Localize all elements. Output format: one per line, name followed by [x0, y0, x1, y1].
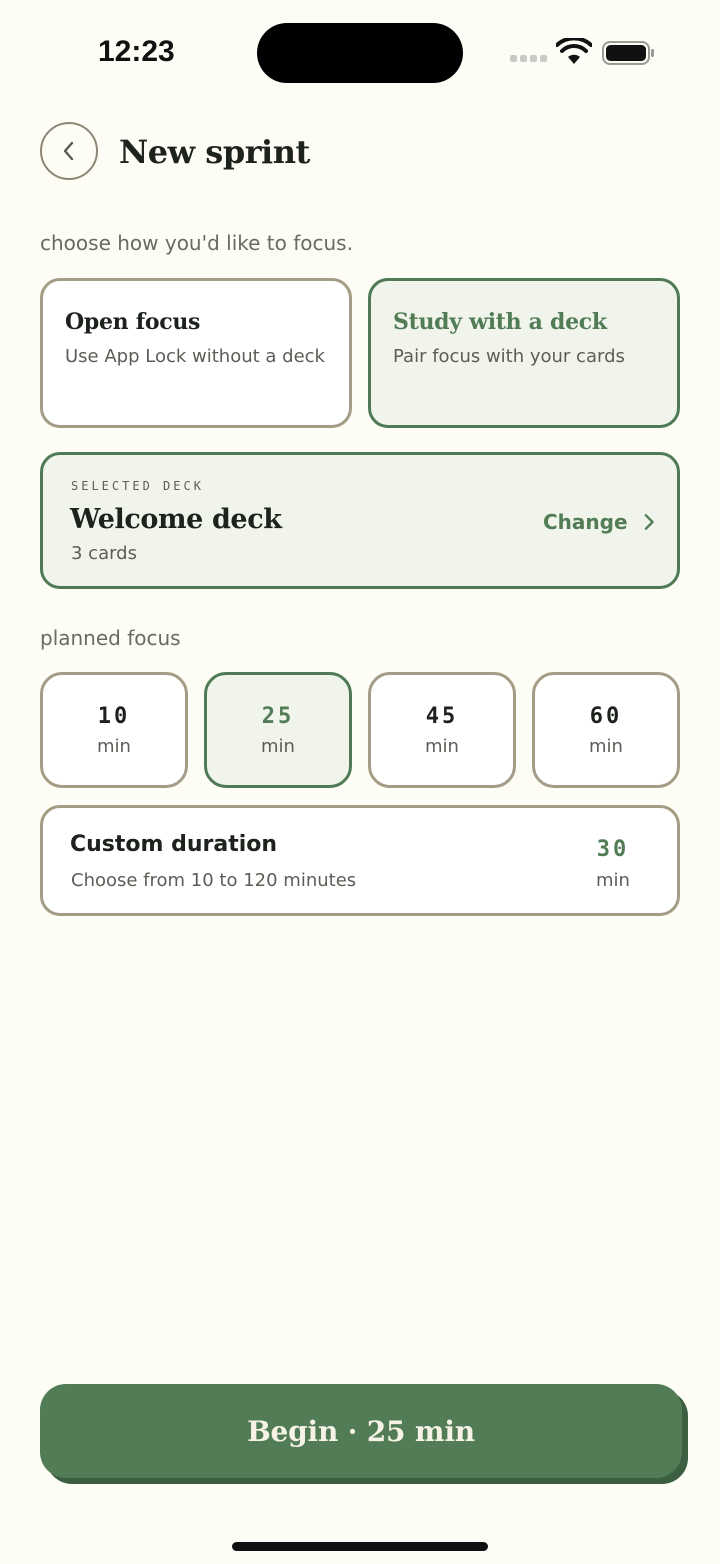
duration-option-60[interactable]: 60 min — [532, 672, 680, 788]
duration-unit: min — [261, 736, 295, 757]
battery-icon — [602, 41, 654, 65]
duration-value: 45 — [425, 704, 459, 729]
dynamic-island — [257, 23, 463, 83]
chevron-right-icon — [644, 514, 654, 530]
mode-option-study-with-deck[interactable]: Study with a deck Pair focus with your c… — [368, 278, 680, 428]
duration-value: 25 — [261, 704, 295, 729]
duration-unit: min — [589, 736, 623, 757]
custom-duration-button[interactable]: Custom duration Choose from 10 to 120 mi… — [40, 805, 680, 916]
duration-option-10[interactable]: 10 min — [40, 672, 188, 788]
custom-duration-value: 30 — [596, 837, 630, 862]
mode-option-title: Open focus — [65, 309, 201, 335]
change-deck-label: Change — [543, 510, 628, 534]
duration-option-45[interactable]: 45 min — [368, 672, 516, 788]
status-time: 12:23 — [98, 35, 175, 68]
deck-name: Welcome deck — [70, 504, 282, 535]
mode-section-label: choose how you'd like to focus. — [40, 231, 353, 255]
duration-option-25[interactable]: 25 min — [204, 672, 352, 788]
mode-option-title: Study with a deck — [393, 309, 607, 335]
back-button[interactable] — [40, 122, 98, 180]
wifi-icon — [556, 38, 592, 64]
page-title: New sprint — [119, 133, 310, 171]
begin-button[interactable]: Begin · 25 min — [40, 1384, 682, 1478]
deck-eyebrow: SELECTED DECK — [71, 479, 204, 493]
begin-button-label: Begin · 25 min — [247, 1414, 475, 1448]
duration-value: 10 — [97, 704, 131, 729]
home-indicator — [232, 1542, 488, 1551]
mode-option-subtitle: Pair focus with your cards — [393, 346, 625, 367]
cellular-signal-icon — [510, 55, 548, 63]
selected-deck-card: SELECTED DECK Welcome deck 3 cards Chang… — [40, 452, 680, 589]
deck-card-count: 3 cards — [71, 543, 137, 564]
custom-duration-unit: min — [596, 870, 630, 891]
duration-value: 60 — [589, 704, 623, 729]
chevron-left-icon — [63, 141, 74, 161]
duration-unit: min — [425, 736, 459, 757]
custom-duration-subtitle: Choose from 10 to 120 minutes — [71, 870, 357, 891]
mode-option-subtitle: Use App Lock without a deck — [65, 346, 325, 367]
duration-unit: min — [97, 736, 131, 757]
mode-option-open-focus[interactable]: Open focus Use App Lock without a deck — [40, 278, 352, 428]
custom-duration-title: Custom duration — [70, 832, 278, 857]
change-deck-button[interactable]: Change — [543, 505, 655, 539]
duration-section-label: planned focus — [40, 626, 181, 650]
